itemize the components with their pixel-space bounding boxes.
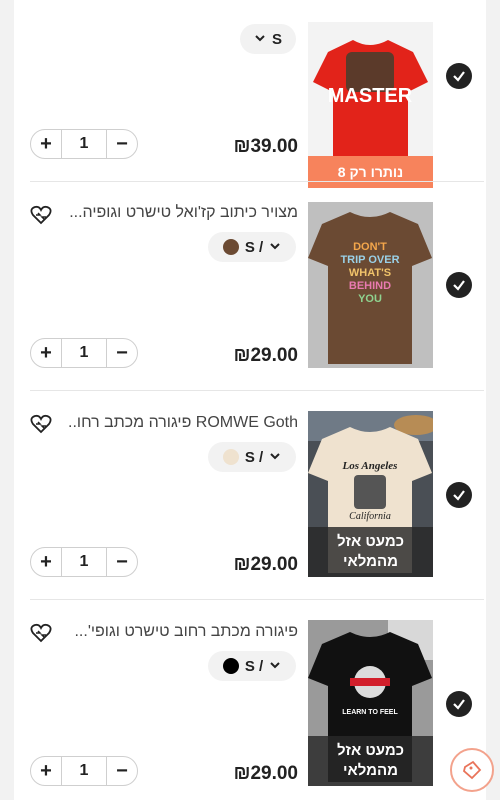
stock-badge-line: כמעט אזל	[336, 742, 405, 759]
cart-item: ROMWE Goth פיגורה מכתב רחו... S / Los An…	[14, 391, 486, 599]
color-swatch	[222, 658, 239, 674]
shirt-print-line: YOU	[358, 293, 382, 305]
stock-badge-line: מהמלאי	[342, 762, 399, 779]
product-title[interactable]: מצויר כיתוב קז'ואל טישרט וגופיה...	[68, 204, 298, 222]
quantity-value: 1	[61, 339, 107, 367]
stock-badge: כמעט אזל מהמלאי	[308, 736, 433, 786]
stock-badge-line: מהמלאי	[342, 553, 399, 570]
chevron-down-icon	[269, 240, 281, 254]
shirt-print-line: DON'T	[353, 241, 387, 253]
plus-icon[interactable]: +	[31, 339, 61, 367]
minus-icon[interactable]: −	[107, 130, 137, 158]
heart-move-icon[interactable]	[30, 204, 52, 226]
plus-icon[interactable]: +	[31, 548, 61, 576]
product-image[interactable]: LEARN TO FEEL כמעט אזל מהמלאי	[308, 620, 433, 786]
quantity-stepper[interactable]: + 1 −	[30, 338, 138, 368]
variant-label: S /	[244, 657, 264, 675]
minus-icon[interactable]: −	[107, 339, 137, 367]
variant-label: S /	[244, 448, 264, 466]
color-swatch	[222, 239, 239, 255]
plus-icon[interactable]: +	[31, 130, 61, 158]
quantity-value: 1	[61, 548, 107, 576]
shirt-print-text: MASTER	[328, 85, 413, 107]
shirt-print-line: TRIP OVER	[340, 254, 399, 266]
stock-badge-line: כמעט אזל	[336, 533, 405, 550]
variant-selector[interactable]: S /	[208, 232, 296, 262]
quantity-value: 1	[61, 757, 107, 785]
minus-icon[interactable]: −	[107, 548, 137, 576]
heart-move-icon[interactable]	[30, 622, 52, 644]
variant-selector[interactable]: S	[240, 24, 296, 54]
shirt-print-line: BEHIND	[349, 280, 391, 292]
plus-icon[interactable]: +	[31, 757, 61, 785]
color-swatch	[222, 449, 239, 465]
shirt-print-line: WHAT'S	[349, 267, 391, 279]
item-check-icon[interactable]	[446, 482, 472, 508]
chevron-down-icon	[269, 659, 281, 673]
quantity-stepper[interactable]: + 1 −	[30, 129, 138, 159]
variant-selector[interactable]: S /	[208, 651, 296, 681]
shirt-print-line: California	[349, 511, 391, 522]
variant-label: S /	[244, 238, 264, 256]
item-price: ₪39.00	[233, 136, 298, 157]
stock-badge: כמעט אזל מהמלאי	[308, 527, 433, 577]
product-title[interactable]: ROMWE Goth פיגורה מכתב רחו...	[68, 414, 298, 432]
minus-icon[interactable]: −	[107, 757, 137, 785]
quantity-stepper[interactable]: + 1 −	[30, 756, 138, 786]
heart-move-icon[interactable]	[30, 413, 52, 435]
item-price: ₪29.00	[233, 763, 298, 784]
shirt-print-line: Los Angeles	[342, 460, 398, 472]
item-check-icon[interactable]	[446, 691, 472, 717]
variant-selector[interactable]: S /	[208, 442, 296, 472]
item-check-icon[interactable]	[446, 63, 472, 89]
product-image[interactable]: MASTER נותרו רק 8	[308, 22, 433, 188]
chevron-down-icon	[254, 32, 266, 46]
cart-item: מצויר כיתוב קז'ואל טישרט וגופיה... S / D…	[14, 182, 486, 390]
cart-item: MASTER נותרו רק 8 S + 1 − ₪39.00	[14, 0, 486, 188]
item-price: ₪29.00	[233, 554, 298, 575]
quantity-stepper[interactable]: + 1 −	[30, 547, 138, 577]
product-title[interactable]: פיגורה מכתב רחוב טישרט וגופי'...	[68, 623, 298, 641]
item-check-icon[interactable]	[446, 272, 472, 298]
cart-list: MASTER נותרו רק 8 S + 1 − ₪39.00 מצויר כ…	[14, 0, 486, 800]
shirt-print-text: LEARN TO FEEL	[342, 709, 398, 716]
product-image[interactable]: Los Angeles California כמעט אזל מהמלאי	[308, 411, 433, 577]
chevron-down-icon	[269, 450, 281, 464]
variant-label: S	[271, 30, 282, 48]
cart-item: פיגורה מכתב רחוב טישרט וגופי'... S / LEA…	[14, 600, 486, 800]
quantity-value: 1	[61, 130, 107, 158]
coupon-tag-icon[interactable]	[450, 748, 494, 792]
item-price: ₪29.00	[233, 345, 298, 366]
product-image[interactable]: DON'T TRIP OVER WHAT'S BEHIND YOU	[308, 202, 433, 368]
